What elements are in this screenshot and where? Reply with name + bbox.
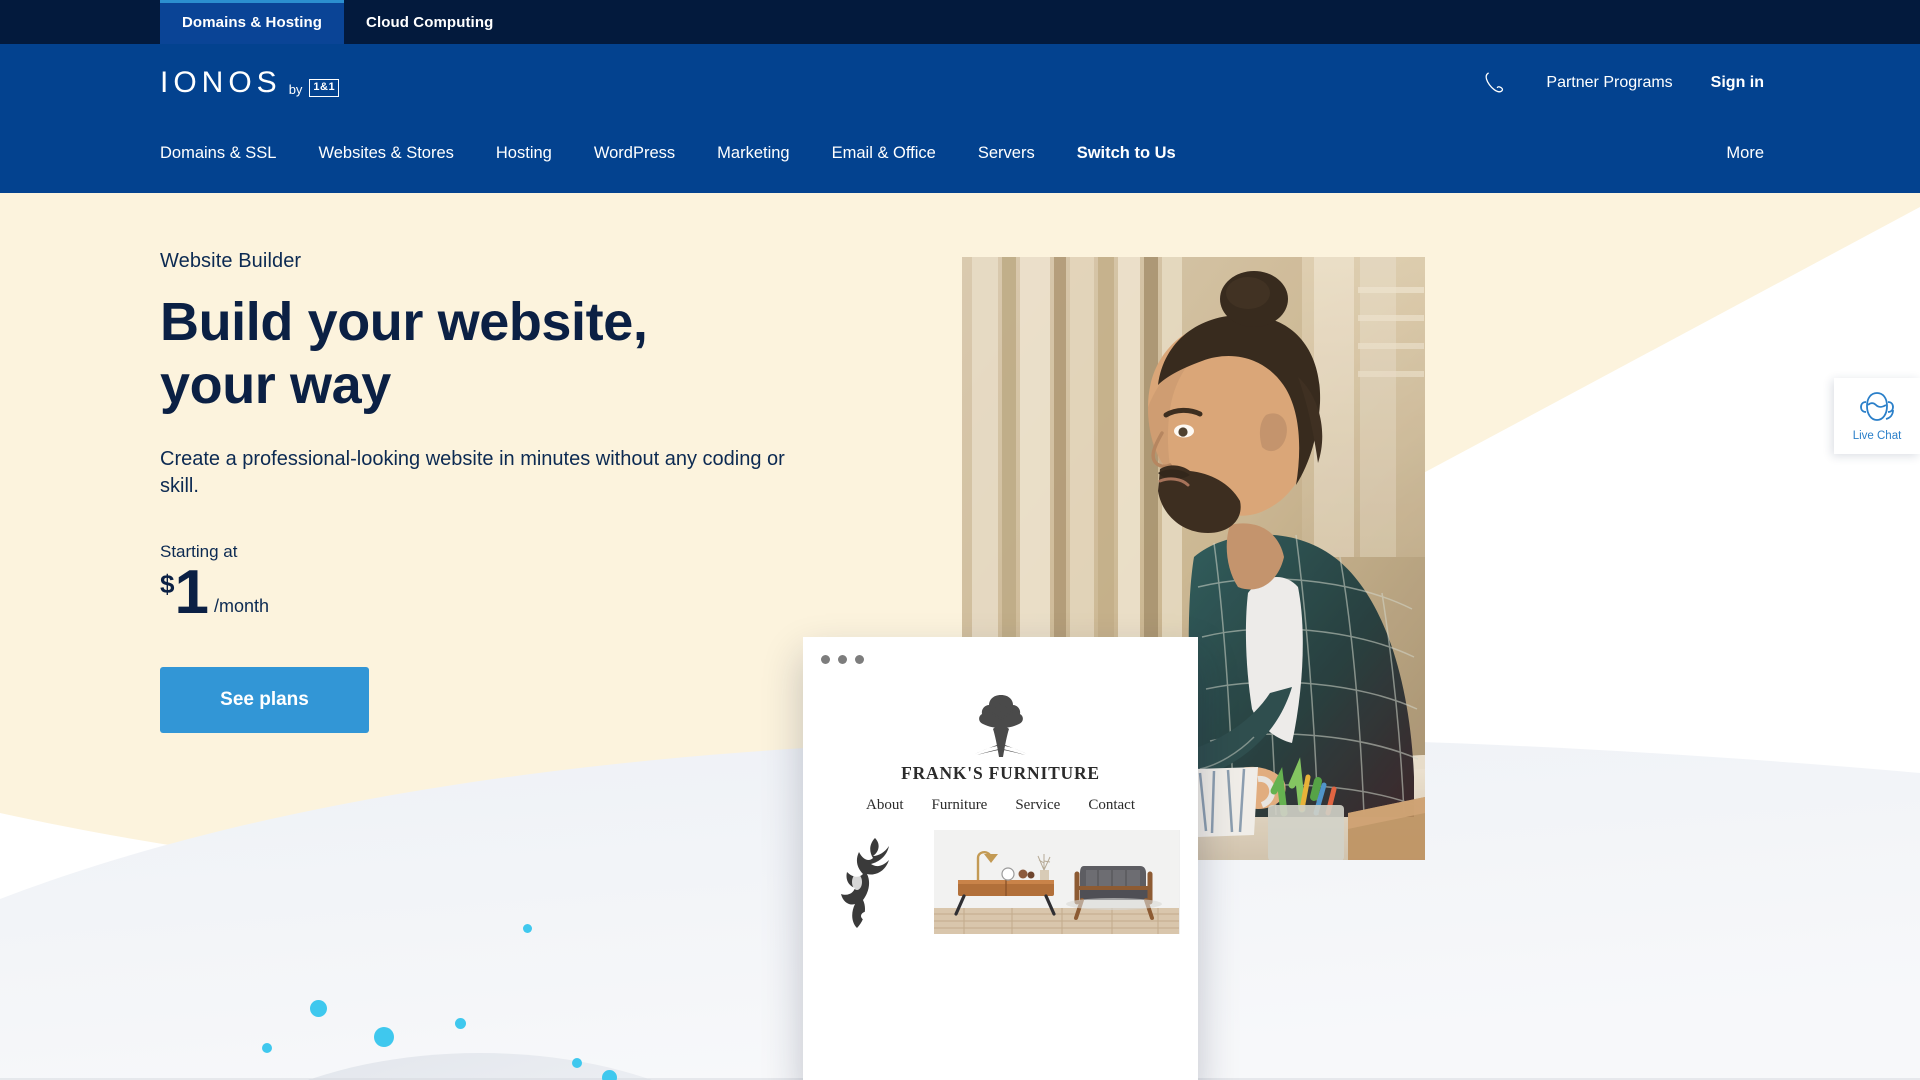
nav-item-switch-to-us[interactable]: Switch to Us — [1077, 144, 1176, 163]
site-header: IONOS by 1&1 Partner Programs Sign in Do… — [0, 44, 1920, 193]
headline-line-1: Build your website, — [160, 292, 648, 352]
live-chat-label: Live Chat — [1852, 430, 1902, 442]
window-dot — [855, 655, 864, 664]
preview-navigation: About Furniture Service Contact — [803, 797, 1198, 814]
price-block: $ 1 /month — [160, 558, 800, 628]
header-upper-row: IONOS by 1&1 Partner Programs Sign in — [0, 44, 1920, 122]
logo-1and1-badge: 1&1 — [309, 79, 340, 97]
page-title: Build your website, your way — [160, 291, 800, 416]
preview-window-dots — [821, 655, 864, 664]
sign-in-link[interactable]: Sign in — [1711, 74, 1764, 92]
tab-domains-hosting[interactable]: Domains & Hosting — [160, 0, 345, 44]
logo-wordmark: IONOS — [160, 66, 282, 99]
nav-item-wordpress[interactable]: WordPress — [594, 144, 675, 163]
price-label: Starting at — [160, 542, 238, 562]
partner-programs-link[interactable]: Partner Programs — [1546, 74, 1672, 92]
decor-dot — [523, 924, 532, 933]
live-chat-widget[interactable]: Live Chat — [1834, 378, 1920, 454]
hero-eyebrow: Website Builder — [160, 250, 302, 272]
see-plans-button[interactable]: See plans — [160, 667, 369, 734]
window-dot — [821, 655, 830, 664]
phone-handset-icon[interactable] — [1482, 70, 1508, 96]
ionos-logo[interactable]: IONOS by 1&1 — [160, 66, 340, 99]
price-amount: 1 — [174, 558, 208, 628]
nav-item-more[interactable]: More — [1726, 144, 1764, 163]
decor-dot — [262, 1043, 272, 1053]
primary-navigation: Domains & SSL Websites & Stores Hosting … — [0, 122, 1920, 184]
price-period: /month — [213, 596, 269, 617]
decor-dot — [572, 1058, 582, 1068]
nav-item-hosting[interactable]: Hosting — [496, 144, 552, 163]
preview-image-tiles — [803, 814, 1198, 934]
preview-tile-interior — [934, 830, 1180, 934]
logo-by-text: by — [288, 82, 303, 97]
hero-copy-block: Website Builder Build your website, your… — [160, 250, 800, 734]
hero-description: Create a professional-looking website in… — [160, 448, 785, 498]
nav-item-marketing[interactable]: Marketing — [717, 144, 789, 163]
preview-nav-furniture[interactable]: Furniture — [932, 797, 988, 814]
headset-agent-icon — [1860, 392, 1894, 421]
decor-dot — [602, 1070, 617, 1080]
utility-tab-bar: Domains & Hosting Cloud Computing — [0, 0, 1920, 44]
header-actions: Partner Programs Sign in — [1482, 70, 1920, 96]
headline-line-2: your way — [160, 354, 391, 415]
preview-content: FRANK'S FURNITURE About Furniture Servic… — [803, 671, 1198, 934]
tab-domains-hosting-label: Domains & Hosting — [182, 13, 323, 31]
nav-item-servers[interactable]: Servers — [978, 144, 1035, 163]
window-dot — [838, 655, 847, 664]
nav-item-email-office[interactable]: Email & Office — [832, 144, 936, 163]
page-root: Domains & Hosting Cloud Computing IONOS … — [0, 0, 1920, 1080]
preview-brand-name: FRANK'S FURNITURE — [901, 763, 1100, 783]
preview-nav-service[interactable]: Service — [1015, 797, 1060, 814]
hero-section: Website Builder Build your website, your… — [0, 193, 1920, 1080]
tab-cloud-computing[interactable]: Cloud Computing — [344, 0, 515, 44]
preview-nav-about[interactable]: About — [866, 797, 904, 814]
decor-dot — [374, 1027, 394, 1047]
nav-item-websites-stores[interactable]: Websites & Stores — [318, 144, 453, 163]
tab-cloud-computing-label: Cloud Computing — [366, 13, 494, 31]
preview-nav-contact[interactable]: Contact — [1088, 797, 1135, 814]
decor-dot — [310, 1000, 327, 1017]
preview-tile-driftwood — [821, 830, 925, 934]
tree-logo-icon — [974, 695, 1027, 757]
website-preview-card[interactable]: FRANK'S FURNITURE About Furniture Servic… — [803, 637, 1198, 1080]
decor-dot — [455, 1018, 466, 1029]
price-currency: $ — [160, 569, 175, 600]
nav-item-domains-ssl[interactable]: Domains & SSL — [160, 144, 276, 163]
